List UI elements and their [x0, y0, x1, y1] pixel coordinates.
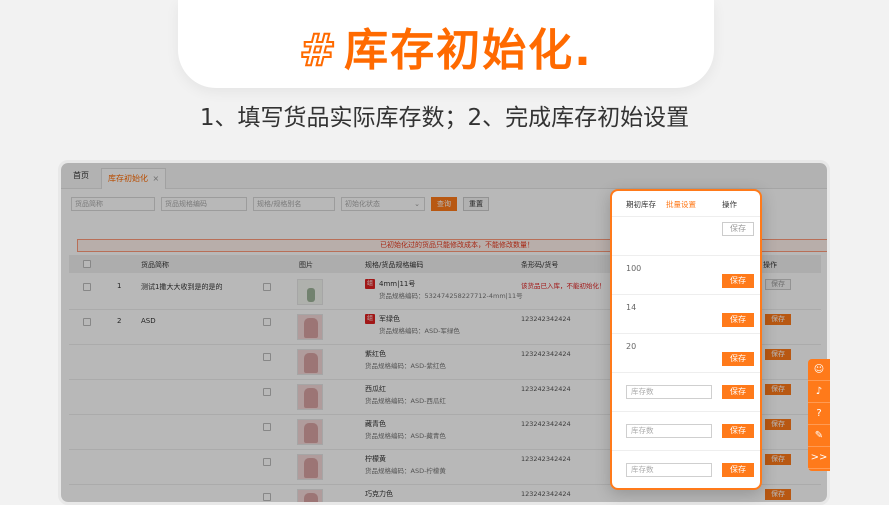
popup-row: 保存	[612, 217, 760, 256]
popup-col-op: 操作	[722, 200, 737, 209]
popup-header: 期初库存 批量设置 操作	[612, 191, 760, 217]
stock-input[interactable]: 库存数	[626, 424, 712, 438]
hero-title-text: 库存初始化.	[344, 25, 593, 76]
stock-value: 100	[626, 264, 642, 273]
popup-save-button[interactable]: 保存	[722, 385, 754, 399]
popup-row: 库存数 保存	[612, 451, 760, 488]
stock-input[interactable]: 库存数	[626, 385, 712, 399]
stock-value: 20	[626, 342, 637, 351]
popup-col-stock: 期初库存	[626, 200, 656, 209]
popup-row: 库存数 保存	[612, 373, 760, 412]
popup-save-button[interactable]: 保存	[722, 352, 754, 366]
popup-row: 20 保存	[612, 334, 760, 373]
hero-banner: # 库存初始化.	[178, 0, 714, 88]
popup-row: 14 保存	[612, 295, 760, 334]
hash-icon: #	[298, 24, 339, 77]
bell-icon[interactable]: ♪	[808, 381, 830, 403]
stock-popup: 期初库存 批量设置 操作 保存 100 保存 14 保存 20 保存 库存数 保存 库存数 保存 库存…	[610, 189, 762, 490]
batch-set-link[interactable]: 批量设置	[666, 199, 696, 210]
popup-save-button[interactable]: 保存	[722, 463, 754, 477]
hero-title: # 库存初始化.	[178, 14, 714, 78]
popup-save-button[interactable]: 保存	[722, 274, 754, 288]
help-icon[interactable]: ?	[808, 403, 830, 425]
chat-icon[interactable]: ☺	[808, 359, 830, 381]
popup-save-button[interactable]: 保存	[722, 222, 754, 236]
expand-icon[interactable]: >>	[808, 447, 830, 469]
popup-row: 库存数 保存	[612, 412, 760, 451]
popup-save-button[interactable]: 保存	[722, 424, 754, 438]
edit-icon[interactable]: ✎	[808, 425, 830, 447]
stock-value: 14	[626, 303, 637, 312]
stock-input[interactable]: 库存数	[626, 463, 712, 477]
popup-save-button[interactable]: 保存	[722, 313, 754, 327]
popup-row: 100 保存	[612, 256, 760, 295]
subtitle: 1、填写货品实际库存数；2、完成库存初始设置	[199, 105, 690, 131]
floating-sidebar: ☺ ♪? ✎ >>	[808, 359, 830, 471]
